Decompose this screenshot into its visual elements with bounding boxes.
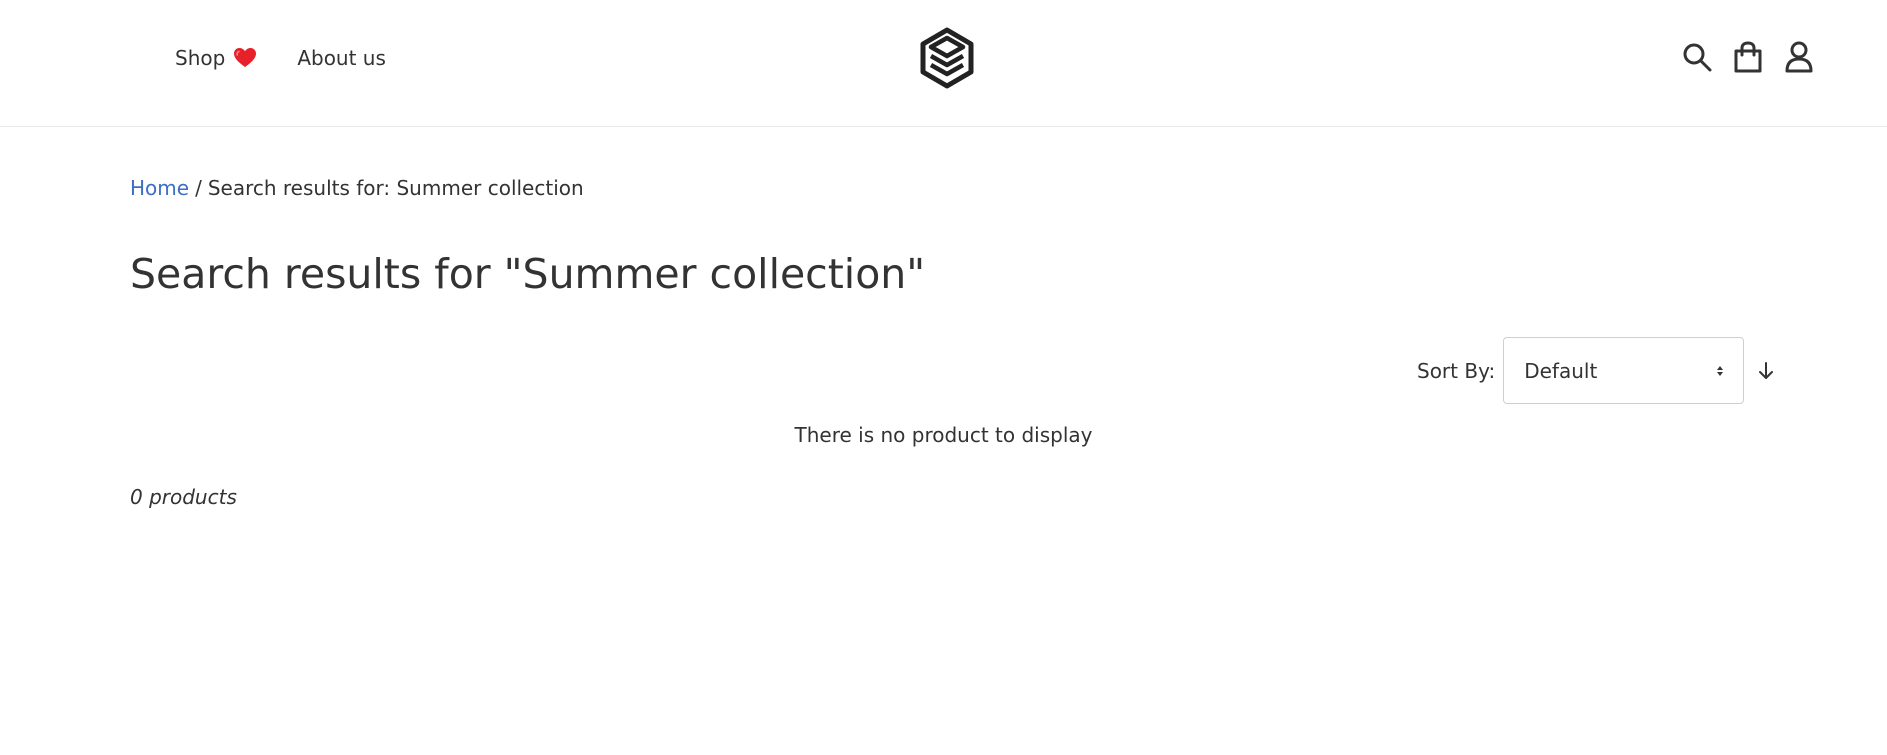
sort-select[interactable]: Default (1503, 337, 1745, 404)
shopping-bag-icon[interactable] (1731, 40, 1765, 74)
sort-label: Sort By: (1417, 358, 1496, 383)
breadcrumb-home-link[interactable]: Home (130, 176, 189, 200)
nav-item-about-us[interactable]: About us (297, 46, 386, 70)
heart-icon (234, 48, 257, 68)
empty-results-message: There is no product to display (794, 423, 1093, 447)
header-actions (1680, 40, 1816, 74)
breadcrumb: Home / Search results for: Summer collecti… (130, 176, 584, 200)
search-icon[interactable] (1680, 40, 1714, 74)
page-title: Search results for "Summer collection" (130, 250, 926, 298)
nav-item-label: About us (297, 46, 386, 70)
product-count: 0 products (130, 485, 237, 509)
logo-icon[interactable] (919, 27, 975, 89)
user-icon[interactable] (1782, 40, 1816, 74)
breadcrumb-separator: / (195, 176, 202, 200)
sort-bar: Sort By: Default (1417, 337, 1778, 404)
arrow-down-icon[interactable] (1754, 359, 1778, 383)
nav-item-shop[interactable]: Shop (175, 46, 257, 70)
main-nav: Shop About us (175, 46, 386, 70)
site-header: Shop About us (0, 0, 1887, 127)
nav-item-label: Shop (175, 46, 226, 70)
select-arrows-icon (1717, 365, 1724, 376)
breadcrumb-current: Search results for: Summer collection (207, 176, 584, 200)
sort-selected-value: Default (1524, 358, 1598, 383)
